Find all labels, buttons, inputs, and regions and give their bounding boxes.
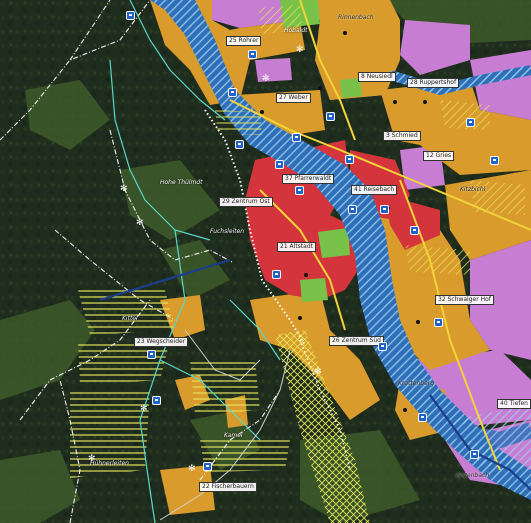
bus-stop-icon[interactable] bbox=[152, 396, 161, 405]
zone-label: 29 Zentrum Ost bbox=[219, 197, 273, 207]
zone-label: 37 Pfarrerwaldt bbox=[282, 174, 335, 184]
bus-stop-icon[interactable] bbox=[470, 450, 479, 459]
bus-stop-icon[interactable] bbox=[235, 140, 244, 149]
zone-label: 28 Ruppertshof bbox=[407, 78, 460, 88]
bus-stop-icon[interactable] bbox=[345, 155, 354, 164]
bus-stop-icon[interactable] bbox=[418, 413, 427, 422]
zone-label: 23 Wegscheider bbox=[134, 337, 189, 347]
bus-stop-icon[interactable] bbox=[490, 156, 499, 165]
viewpoint-star-icon: ✻ bbox=[88, 454, 96, 464]
place-name: Rinnenbach bbox=[338, 14, 374, 21]
zone-label: 21 Altstadt bbox=[277, 242, 316, 252]
zone-label: 40 Tiefen bbox=[497, 399, 531, 409]
bus-stop-icon[interactable] bbox=[295, 186, 304, 195]
bus-stop-icon[interactable] bbox=[348, 205, 357, 214]
viewpoint-star-icon: ✻ bbox=[136, 218, 144, 228]
bus-stop-icon[interactable] bbox=[380, 205, 389, 214]
bus-stop-icon[interactable] bbox=[203, 462, 212, 471]
zone-label: 12 Gries bbox=[423, 151, 455, 161]
bus-stop-icon[interactable] bbox=[410, 226, 419, 235]
zone-label: 8 Neusiedl bbox=[358, 72, 396, 82]
viewpoint-star-icon: ✻ bbox=[140, 404, 148, 414]
bus-stop-icon[interactable] bbox=[434, 318, 443, 327]
bus-stop-icon[interactable] bbox=[272, 270, 281, 279]
viewpoint-star-icon: ✻ bbox=[296, 45, 304, 55]
place-name: Kittel bbox=[122, 315, 138, 322]
bus-stop-icon[interactable] bbox=[292, 133, 301, 142]
viewpoint-star-icon: ✻ bbox=[188, 464, 196, 474]
bus-stop-icon[interactable] bbox=[378, 342, 387, 351]
zoning-map[interactable]: 25 Rohrer 8 Neusiedl 27 Weber 28 Ruppert… bbox=[0, 0, 531, 523]
bus-stop-icon[interactable] bbox=[147, 350, 156, 359]
zone-label: 22 Fischerbauern bbox=[199, 482, 257, 492]
place-name: Hohe Thülmdt bbox=[160, 179, 203, 186]
bus-stop-icon[interactable] bbox=[326, 112, 335, 121]
zone-label: 3 Schmied bbox=[383, 131, 421, 141]
place-name: Krottenberg bbox=[398, 380, 435, 387]
viewpoint-star-icon: ✻ bbox=[314, 367, 322, 377]
zone-label: 41 Reisebach bbox=[351, 185, 398, 195]
place-name: Hühnerleiten bbox=[90, 460, 129, 467]
bus-stop-icon[interactable] bbox=[466, 118, 475, 127]
zone-label: 27 Weber bbox=[276, 93, 311, 103]
viewpoint-star-icon: ✻ bbox=[262, 74, 270, 84]
bus-stop-icon[interactable] bbox=[275, 160, 284, 169]
place-name: Kamel bbox=[224, 432, 243, 439]
bus-stop-icon[interactable] bbox=[126, 11, 135, 20]
zone-label: 26 Zentrum Süd bbox=[329, 336, 384, 346]
zone-label: 32 Schwaiger Hof bbox=[435, 295, 494, 305]
place-name: Anzenbach bbox=[456, 472, 490, 479]
zone-label: 25 Rohrer bbox=[226, 36, 262, 46]
bus-stop-icon[interactable] bbox=[248, 50, 257, 59]
bus-stop-icon[interactable] bbox=[228, 88, 237, 97]
place-name: Kitzbichl bbox=[460, 186, 486, 193]
place-name: Fuchsleiten bbox=[210, 228, 245, 235]
place-name: Hobaldt bbox=[284, 27, 308, 34]
viewpoint-star-icon: ✻ bbox=[120, 184, 128, 194]
